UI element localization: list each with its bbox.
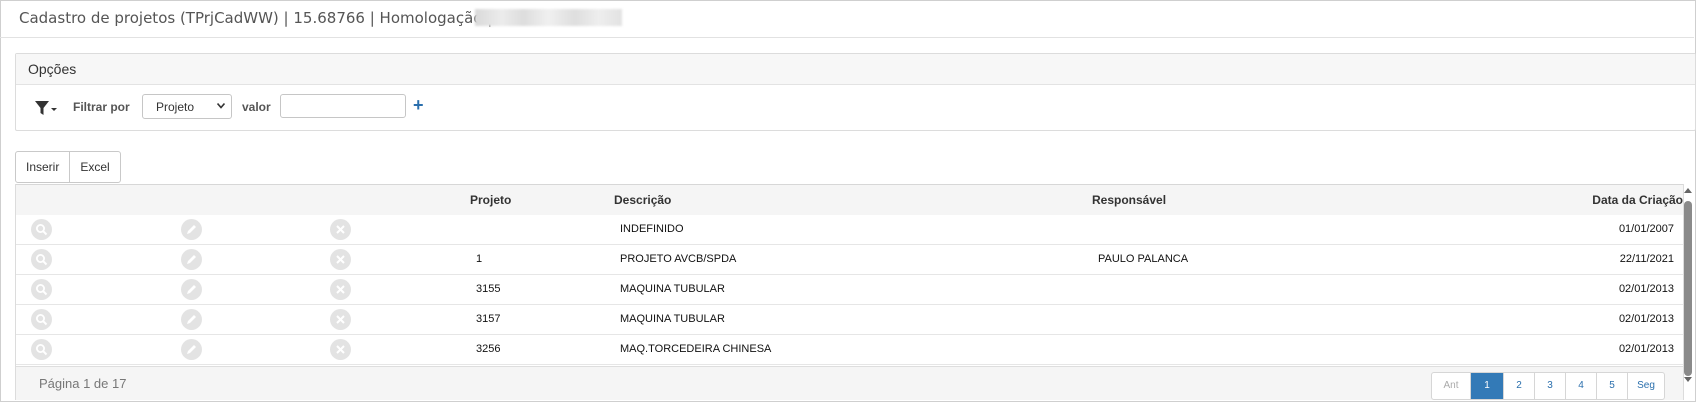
filter-row: Filtrar por Projeto valor + (16, 85, 1695, 130)
edit-icon[interactable] (181, 309, 202, 330)
options-panel: Opções Filtrar por Projeto valor + (15, 53, 1696, 131)
table-row[interactable]: 3256 MAQ.TORCEDEIRA CHINESA 02/01/2013 (16, 335, 1683, 365)
pagination-page-1[interactable]: 1 (1470, 373, 1503, 399)
scroll-up-icon[interactable] (1683, 186, 1693, 194)
projects-table: Projeto Descrição Responsável Data da Cr… (15, 184, 1684, 400)
scroll-thumb[interactable] (1684, 201, 1692, 376)
edit-icon[interactable] (181, 279, 202, 300)
table-row[interactable]: INDEFINIDO 01/01/2007 (16, 215, 1683, 245)
pagination-page-3[interactable]: 3 (1534, 373, 1565, 399)
edit-icon[interactable] (181, 249, 202, 270)
header-data-criacao[interactable]: Data da Criação (1592, 193, 1683, 207)
options-title: Opções (28, 61, 77, 77)
valor-input[interactable] (280, 94, 406, 118)
table-footer: Página 1 de 17 Ant 1 2 3 4 5 Seg (16, 366, 1683, 400)
filter-dropdown-icon[interactable] (34, 99, 58, 119)
delete-icon[interactable] (330, 249, 351, 270)
search-icon[interactable] (31, 279, 52, 300)
search-icon[interactable] (31, 249, 52, 270)
insert-button[interactable]: Inserir (16, 152, 69, 182)
cell-projeto: 1 (476, 253, 483, 265)
redacted-environment-name (475, 9, 622, 26)
header-descricao[interactable]: Descrição (614, 193, 671, 207)
edit-icon[interactable] (181, 339, 202, 360)
filter-select-value: Projeto (156, 100, 195, 114)
pagination-page-4[interactable]: 4 (1565, 373, 1596, 399)
table-header: Projeto Descrição Responsável Data da Cr… (16, 184, 1683, 216)
search-icon[interactable] (31, 339, 52, 360)
cell-descricao: MAQUINA TUBULAR (620, 313, 725, 325)
search-icon[interactable] (31, 219, 52, 240)
delete-icon[interactable] (330, 219, 351, 240)
cell-data-criacao: 02/01/2013 (1618, 313, 1674, 325)
delete-icon[interactable] (330, 339, 351, 360)
table-row[interactable]: 3157 MAQUINA TUBULAR 02/01/2013 (16, 305, 1683, 335)
scroll-down-icon[interactable] (1683, 376, 1693, 384)
delete-icon[interactable] (330, 279, 351, 300)
excel-button[interactable]: Excel (69, 152, 119, 182)
filter-label: Filtrar por (73, 100, 130, 114)
pagination-page-5[interactable]: 5 (1596, 373, 1627, 399)
header-projeto[interactable]: Projeto (470, 193, 511, 207)
page-info: Página 1 de 17 (39, 376, 127, 391)
cell-data-criacao: 22/11/2021 (1619, 253, 1674, 265)
table-row[interactable]: 3155 MAQUINA TUBULAR 02/01/2013 (16, 275, 1683, 305)
toolbar-buttons: Inserir Excel (15, 151, 121, 183)
page-title: Cadastro de projetos (TPrjCadWW) | 15.68… (19, 9, 493, 27)
edit-icon[interactable] (181, 219, 202, 240)
chevron-down-icon (217, 103, 225, 109)
pagination-page-2[interactable]: 2 (1503, 373, 1534, 399)
cell-responsavel: PAULO PALANCA (1098, 253, 1189, 265)
cell-descricao: INDEFINIDO (620, 223, 684, 235)
add-filter-button[interactable]: + (413, 95, 424, 116)
cell-descricao: MAQ.TORCEDEIRA CHINESA (620, 343, 772, 355)
options-header[interactable]: Opções (16, 54, 1695, 85)
search-icon[interactable] (31, 309, 52, 330)
title-bar: Cadastro de projetos (TPrjCadWW) | 15.68… (0, 0, 1694, 38)
cell-projeto: 3155 (476, 283, 501, 295)
vertical-scrollbar[interactable] (1683, 186, 1693, 382)
cell-projeto: 3157 (476, 313, 501, 325)
cell-data-criacao: 02/01/2013 (1618, 343, 1674, 355)
pagination-next[interactable]: Seg (1627, 373, 1664, 399)
pagination-prev[interactable]: Ant (1432, 373, 1470, 399)
header-responsavel[interactable]: Responsável (1092, 193, 1166, 207)
cell-data-criacao: 01/01/2007 (1618, 223, 1674, 235)
filter-select[interactable]: Projeto (142, 94, 232, 119)
valor-label: valor (242, 100, 271, 114)
cell-descricao: PROJETO AVCB/SPDA (620, 253, 737, 265)
cell-projeto: 3256 (476, 343, 501, 355)
pagination: Ant 1 2 3 4 5 Seg (1431, 372, 1665, 400)
cell-data-criacao: 02/01/2013 (1618, 283, 1674, 295)
cell-descricao: MAQUINA TUBULAR (620, 283, 725, 295)
table-row[interactable]: 1 PROJETO AVCB/SPDA PAULO PALANCA 22/11/202… (16, 245, 1683, 275)
delete-icon[interactable] (330, 309, 351, 330)
